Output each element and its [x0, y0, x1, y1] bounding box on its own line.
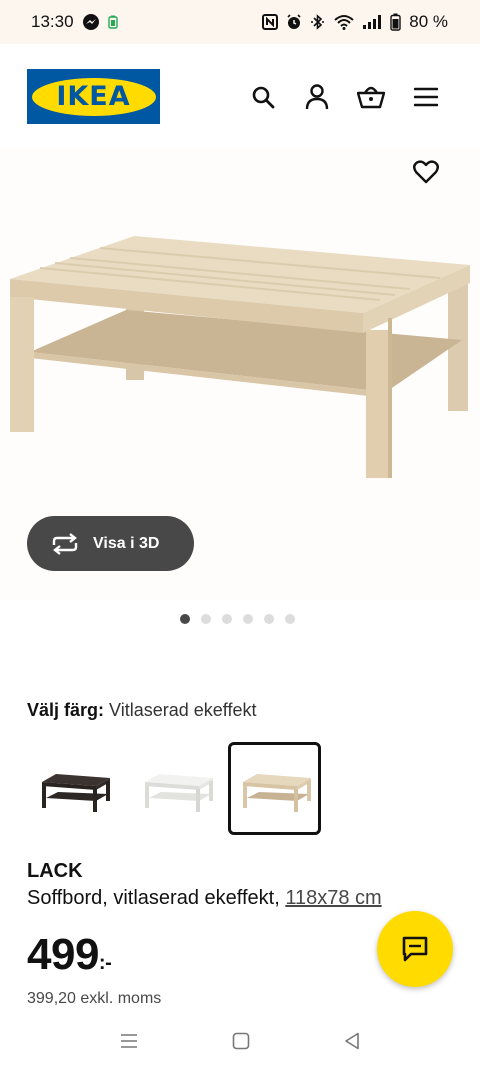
pagination-dot[interactable] [201, 614, 211, 624]
battery-saver-icon [107, 15, 118, 29]
product-type: Soffbord, vitlaserad ekeffekt, [27, 887, 280, 909]
pagination-dot[interactable] [243, 614, 253, 624]
product-dimensions-link[interactable]: 118x78 cm [285, 887, 381, 909]
color-label: Välj färg: [27, 700, 105, 720]
swatch-image-white-stained-oak [242, 773, 311, 812]
home-button[interactable] [232, 1032, 250, 1055]
product-name: LACK [27, 860, 83, 882]
ikea-logo[interactable]: IKEA [27, 69, 160, 124]
pagination-dot[interactable] [264, 614, 274, 624]
color-swatch-black-brown[interactable] [27, 742, 120, 835]
price-main: 499 [27, 930, 99, 979]
color-selector-label: Välj färg: Vitlaserad ekeffekt [27, 700, 256, 721]
pagination-dot[interactable] [180, 614, 190, 624]
battery-icon [390, 13, 401, 31]
back-icon [345, 1032, 359, 1049]
recent-apps-icon [121, 1033, 137, 1048]
view-3d-button[interactable]: Visa i 3D [27, 516, 194, 571]
gallery-pagination [180, 614, 295, 624]
price-suffix: :- [98, 952, 112, 974]
favorite-button[interactable] [411, 157, 441, 187]
heart-icon [413, 160, 439, 184]
messenger-icon [82, 13, 100, 31]
view-3d-label: Visa i 3D [93, 534, 160, 552]
system-navigation-bar [0, 1013, 480, 1073]
swatch-image-white [144, 773, 213, 812]
product-price: 499:- [27, 930, 112, 980]
menu-icon [414, 87, 438, 107]
cart-button[interactable] [356, 82, 386, 112]
pagination-dot[interactable] [222, 614, 232, 624]
color-swatch-white[interactable] [130, 742, 223, 835]
menu-button[interactable] [411, 82, 441, 112]
home-icon [232, 1032, 250, 1049]
rotate-icon [52, 532, 78, 555]
account-button[interactable] [302, 82, 332, 112]
signal-icon [362, 14, 382, 30]
pagination-dot[interactable] [285, 614, 295, 624]
swatch-image-black-brown [41, 773, 110, 812]
search-icon [252, 86, 275, 109]
status-bar: 13:30 80 % [0, 0, 480, 44]
chat-icon [402, 936, 428, 962]
chat-button[interactable] [377, 911, 453, 987]
nfc-icon [262, 14, 279, 30]
recent-apps-button[interactable] [120, 1033, 138, 1054]
user-icon [305, 84, 329, 110]
site-header: IKEA [0, 44, 480, 148]
alarm-icon [286, 14, 302, 30]
logo-text: IKEA [56, 81, 131, 112]
color-value: Vitlaserad ekeffekt [109, 700, 257, 720]
bluetooth-icon [310, 14, 326, 30]
back-button[interactable] [344, 1032, 360, 1055]
price-excl-vat: 399,20 exkl. moms [27, 990, 162, 1007]
wifi-icon [334, 14, 354, 30]
search-button[interactable] [248, 82, 278, 112]
status-time: 13:30 [31, 12, 74, 31]
color-swatch-white-stained-oak[interactable] [228, 742, 321, 835]
cart-icon [357, 86, 385, 109]
battery-percent: 80 % [409, 12, 448, 31]
product-description: Soffbord, vitlaserad ekeffekt, 118x78 cm [27, 887, 382, 910]
